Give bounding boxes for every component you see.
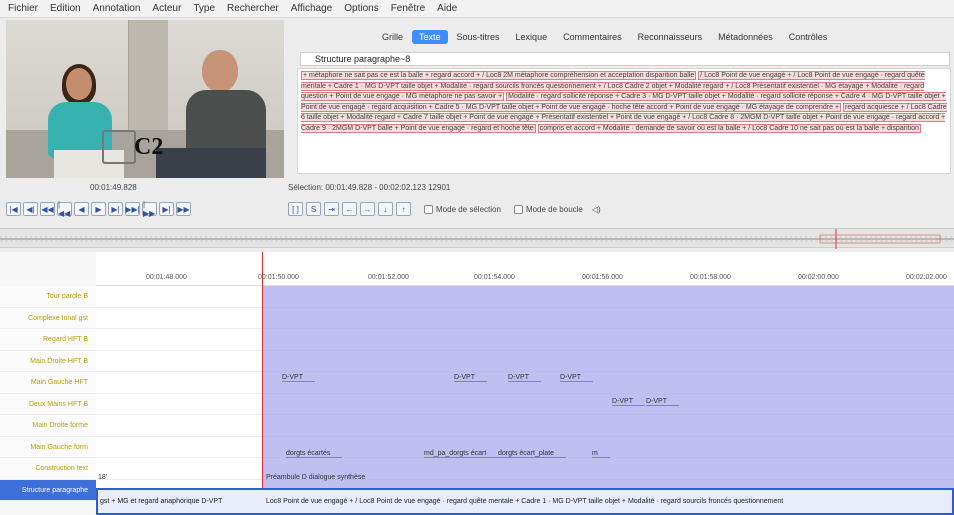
menu-affichage[interactable]: Affichage — [285, 3, 339, 14]
tier-label[interactable]: Regard HFT B — [0, 329, 96, 351]
go-to-end-button[interactable]: ▶▶ — [176, 202, 191, 216]
annotation-timeline[interactable]: 00:01:48.000 00:01:50.000 00:01:52.000 0… — [0, 252, 954, 515]
step-back-button[interactable]: ◀ — [74, 202, 89, 216]
tier-dropdown[interactable]: Structure paragraphe~8 — [300, 52, 950, 66]
annotation-left-value[interactable]: 18' — [98, 474, 119, 481]
tab-controles[interactable]: Contrôles — [782, 30, 835, 44]
text-segment[interactable]: compris et accord + Modalité · demande d… — [537, 123, 921, 133]
rewind-button[interactable]: ◀◀ — [40, 202, 55, 216]
tier-label[interactable]: Main Droite forme — [0, 415, 96, 437]
transport-controls: |◀ ◀| ◀◀ |◀◀ ◀ ▶ ▶| ▶▶| |▶▶ ▶| ▶▶ — [6, 200, 191, 218]
tier-label[interactable]: Deux Mains HFT B — [0, 393, 96, 415]
menu-fenetre[interactable]: Fenêtre — [385, 3, 431, 14]
annotation[interactable]: D-VPT — [560, 374, 593, 382]
selection-overlay[interactable] — [262, 286, 954, 497]
selected-tier-row[interactable]: gst + MG et regard anaphorique D-VPT Loc… — [96, 488, 954, 515]
clear-selection-button[interactable]: S — [306, 202, 321, 216]
person-right-head — [202, 50, 238, 92]
play-selection-button[interactable]: [ ] — [288, 202, 303, 216]
menu-annotation[interactable]: Annotation — [87, 3, 147, 14]
person-left-head — [66, 68, 92, 100]
tier-label-selected[interactable]: Structure paragraphe — [0, 479, 96, 501]
tier-label[interactable]: Complexe tonal gst — [0, 307, 96, 329]
person-right-legs — [156, 148, 266, 178]
tab-texte[interactable]: Texte — [412, 30, 448, 44]
annotation[interactable]: dorgts écart_plate — [498, 450, 567, 458]
annotation[interactable]: gst + MG et regard anaphorique D-VPT — [100, 498, 222, 505]
time-ruler[interactable]: 00:01:48.000 00:01:50.000 00:01:52.000 0… — [96, 252, 954, 286]
annotation[interactable]: D-VPT — [646, 398, 679, 406]
annotation[interactable]: dorgts écartés — [286, 450, 343, 458]
time-tick: 00:01:50.000 — [258, 274, 299, 281]
annotation[interactable]: md_pa_dorgts écart — [424, 450, 499, 458]
tier-label[interactable]: Main Gauche HFT — [0, 372, 96, 394]
step-forward-button[interactable]: ▶| — [159, 202, 174, 216]
tab-reconnaisseurs[interactable]: Reconnaisseurs — [631, 30, 710, 44]
selection-controls: [ ] S ⇥ ← → ↓ ↑ Mode de sélection Mode d… — [288, 202, 601, 216]
left-arrow-icon[interactable]: ← — [342, 202, 357, 216]
time-tick: 00:01:54.000 — [474, 274, 515, 281]
menu-type[interactable]: Type — [187, 3, 221, 14]
tab-sous-titres[interactable]: Sous-titres — [450, 30, 507, 44]
next-second-button[interactable]: |▶▶ — [142, 200, 157, 218]
volume-icon[interactable]: ◁) — [592, 205, 601, 214]
menu-aide[interactable]: Aide — [431, 3, 463, 14]
tier-label[interactable]: Main Droite HFT B — [0, 350, 96, 372]
selection-mode-checkbox[interactable] — [424, 204, 433, 214]
selection-readout: Sélection: 00:01:49.828 - 00:02:02.123 1… — [288, 183, 451, 192]
text-segment[interactable]: + métaphore ne sait pas ce est la balle … — [301, 71, 697, 80]
right-arrow-icon[interactable]: → — [360, 202, 375, 216]
annotation[interactable]: m — [592, 450, 610, 458]
go-to-begin-button[interactable]: |◀ — [6, 202, 21, 216]
menu-edition[interactable]: Edition — [44, 3, 87, 14]
play-button[interactable]: ▶ — [91, 202, 106, 216]
fast-forward-button[interactable]: ▶▶| — [125, 202, 140, 216]
previous-frame-button[interactable]: ◀| — [23, 202, 38, 216]
tab-grille[interactable]: Grille — [375, 30, 410, 44]
up-arrow-icon[interactable]: ↑ — [396, 202, 411, 216]
waveform-graphic — [0, 229, 954, 249]
tier-names-column: Tour parole B Complexe tonal gst Regard … — [0, 286, 96, 501]
menu-rechercher[interactable]: Rechercher — [221, 3, 285, 14]
video-overlay-label: C2 — [134, 134, 164, 160]
loop-mode-checkbox[interactable] — [513, 204, 523, 214]
annotation[interactable]: Préambule D dialogue synthèse — [266, 474, 377, 481]
menu-options[interactable]: Options — [338, 3, 384, 14]
previous-second-button[interactable]: |◀◀ — [57, 200, 72, 218]
next-frame-button[interactable]: ▶| — [108, 202, 123, 216]
loop-mode-label: Mode de boucle — [525, 204, 583, 214]
tier-label[interactable]: Main Gauche form — [0, 436, 96, 458]
annotation[interactable]: Loc8 Point de vue engagé + / Loc8 Point … — [266, 498, 783, 505]
tab-to-next-button[interactable]: ⇥ — [324, 202, 339, 216]
time-tick: 00:01:52.000 — [368, 274, 409, 281]
time-tick: 00:02:00.000 — [798, 274, 839, 281]
time-tick: 00:02:02.000 — [906, 274, 947, 281]
waveform-strip[interactable] — [0, 228, 954, 249]
tab-commentaires[interactable]: Commentaires — [556, 30, 629, 44]
annotation[interactable]: D-VPT — [508, 374, 541, 382]
video-door — [128, 20, 168, 140]
annotation[interactable]: D-VPT — [454, 374, 487, 382]
viewer-tabs: Grille Texte Sous-titres Lexique Comment… — [375, 30, 834, 44]
tier-label[interactable]: Tour parole B — [0, 286, 96, 308]
video-viewer[interactable]: C2 — [6, 20, 284, 178]
crosshair-cursor[interactable] — [262, 252, 263, 515]
tier-label[interactable]: Construction text — [0, 458, 96, 480]
chair — [102, 130, 136, 164]
annotation[interactable]: D-VPT — [282, 374, 315, 382]
time-tick: 00:01:48.000 — [146, 274, 187, 281]
menu-bar: Fichier Edition Annotation Acteur Type R… — [0, 0, 954, 18]
menu-fichier[interactable]: Fichier — [2, 3, 44, 14]
time-tick: 00:01:58.000 — [690, 274, 731, 281]
selection-mode-label: Mode de sélection — [436, 204, 501, 214]
tab-lexique[interactable]: Lexique — [509, 30, 555, 44]
text-viewer[interactable]: + métaphore ne sait pas ce est la balle … — [297, 68, 951, 174]
menu-acteur[interactable]: Acteur — [146, 3, 187, 14]
tab-metadonnees[interactable]: Métadonnées — [711, 30, 780, 44]
media-timecode: 00:01:49.828 — [90, 183, 137, 192]
time-tick: 00:01:56.000 — [582, 274, 623, 281]
annotation[interactable]: D-VPT — [612, 398, 645, 406]
down-arrow-icon[interactable]: ↓ — [378, 202, 393, 216]
